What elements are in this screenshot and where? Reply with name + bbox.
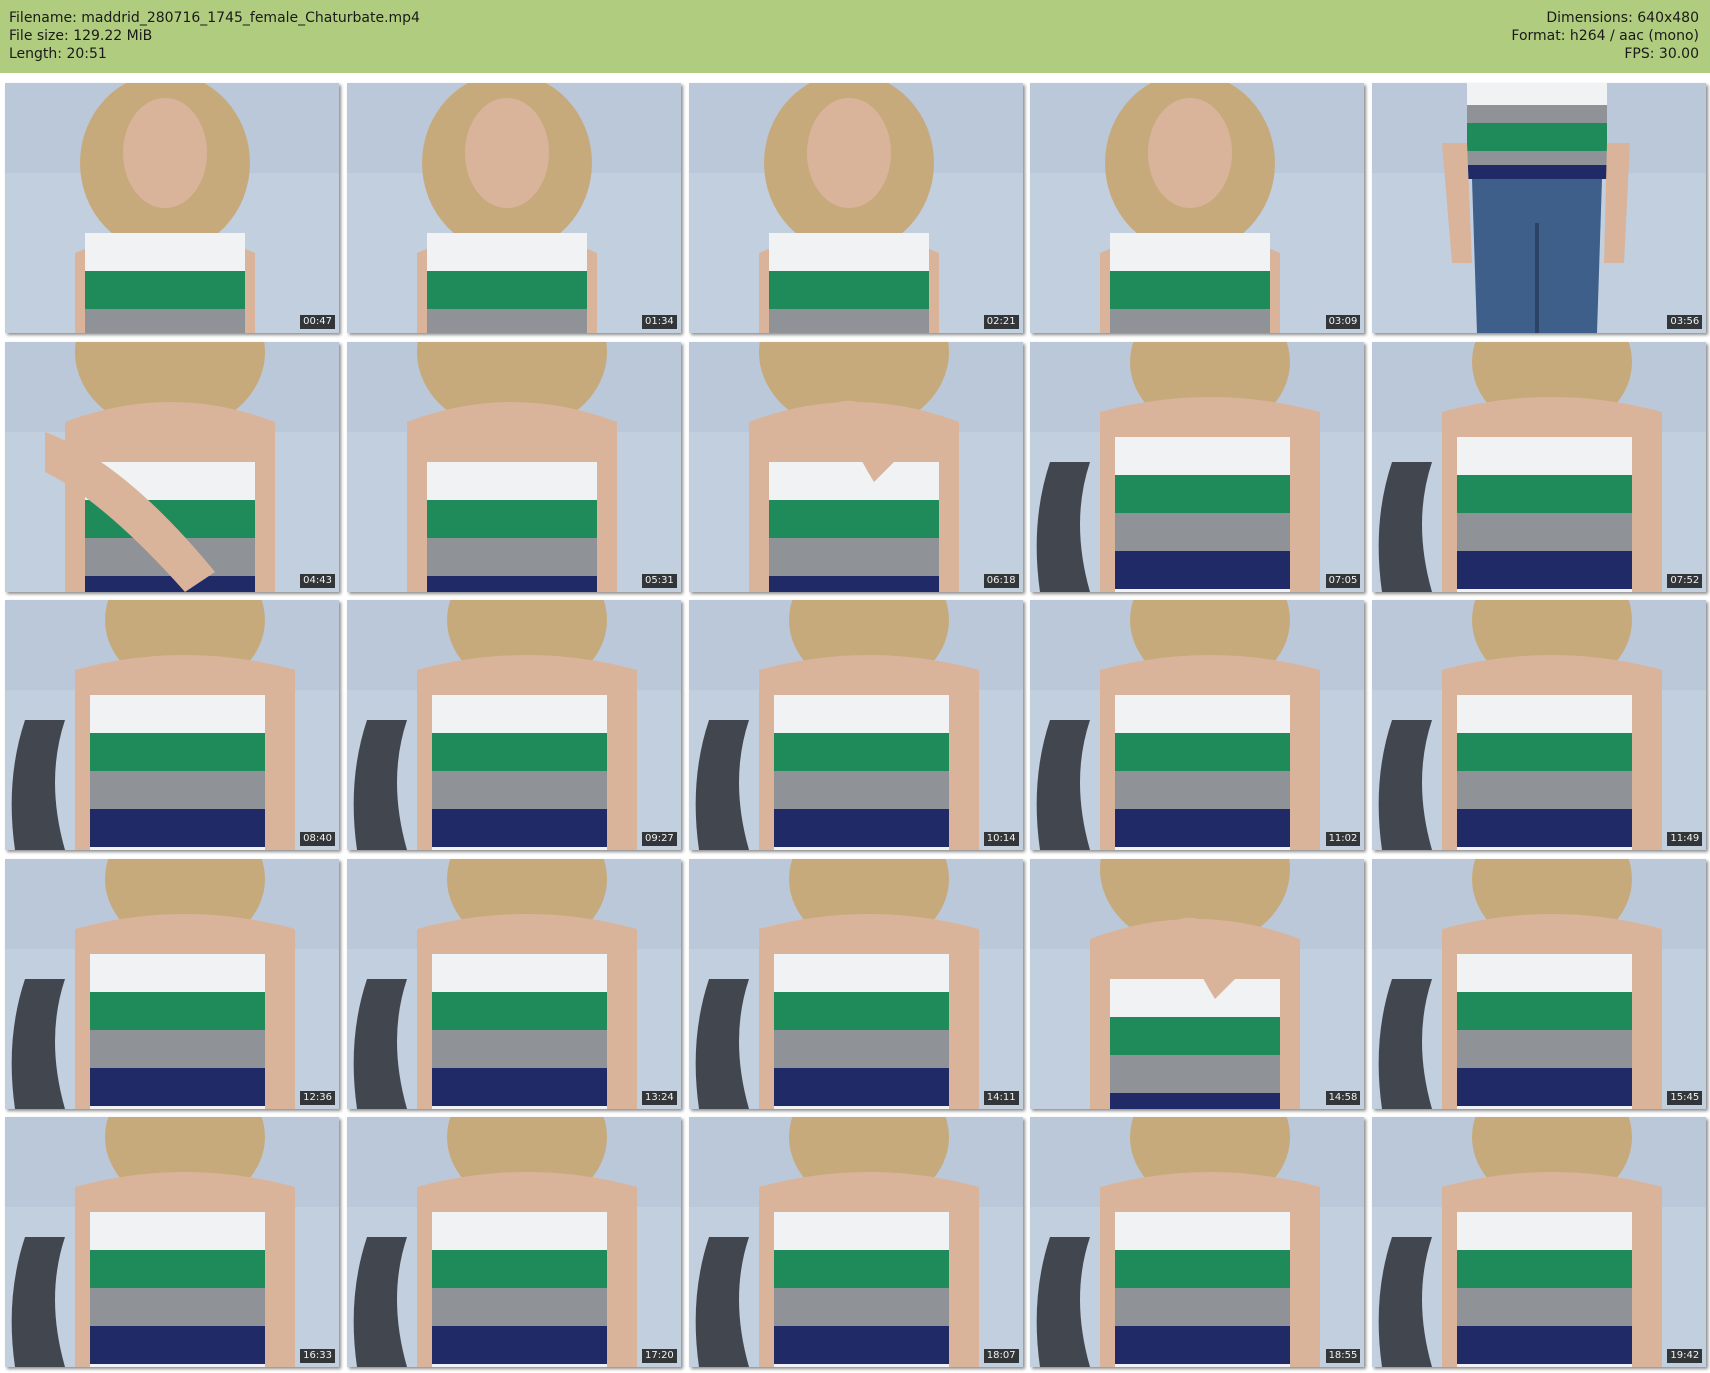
format-line: Format: h264 / aac (mono)	[1511, 28, 1699, 44]
video-thumbnail: 05:31	[346, 341, 681, 592]
frame-image	[5, 341, 339, 592]
timestamp-label: 12:36	[300, 1090, 335, 1105]
timestamp-label: 11:49	[1667, 832, 1703, 846]
video-thumbnail: 14:11	[688, 858, 1023, 1109]
video-thumbnail: 02:21	[688, 83, 1023, 333]
timestamp-label: 08:40	[300, 832, 335, 846]
timestamp-label: 16:33	[300, 1349, 335, 1363]
video-thumbnail: 04:43	[5, 341, 339, 592]
frame-image	[5, 83, 339, 333]
video-thumbnail: 18:07	[688, 1117, 1023, 1367]
frame-image	[1030, 1117, 1365, 1367]
frame-image	[346, 341, 681, 592]
filename-line: Filename: maddrid_280716_1745_female_Cha…	[9, 10, 420, 26]
frame-image	[5, 1117, 339, 1367]
timestamp-label: 05:31	[641, 573, 677, 588]
video-thumbnail: 08:40	[5, 600, 339, 850]
timestamp-label: 15:45	[1667, 1090, 1703, 1105]
video-thumbnail: 07:05	[1030, 341, 1365, 592]
video-thumbnail: 11:02	[1030, 600, 1365, 850]
video-thumbnail: 17:20	[346, 1117, 681, 1367]
timestamp-label: 11:02	[1325, 832, 1361, 846]
frame-image	[346, 600, 681, 850]
frame-image	[1372, 858, 1707, 1109]
timestamp-label: 17:20	[641, 1349, 677, 1363]
video-thumbnail: 18:55	[1030, 1117, 1365, 1367]
video-thumbnail: 12:36	[5, 858, 339, 1109]
frame-image	[346, 858, 681, 1109]
timestamp-label: 03:09	[1325, 315, 1361, 329]
frame-image	[1030, 83, 1365, 333]
frame-image	[688, 600, 1023, 850]
frame-image	[688, 341, 1023, 592]
fps-line: FPS: 30.00	[1624, 46, 1699, 62]
video-thumbnail: 00:47	[5, 83, 339, 333]
timestamp-label: 10:14	[983, 832, 1019, 846]
frame-image	[1372, 1117, 1707, 1367]
frame-image	[5, 858, 339, 1109]
video-thumbnail: 03:09	[1030, 83, 1365, 333]
video-thumbnail: 19:42	[1372, 1117, 1707, 1367]
video-thumbnail: 09:27	[346, 600, 681, 850]
filesize-line: File size: 129.22 MiB	[9, 28, 153, 44]
frame-image	[688, 83, 1023, 333]
timestamp-label: 18:07	[983, 1349, 1019, 1363]
timestamp-label: 00:47	[300, 315, 335, 329]
video-thumbnail: 16:33	[5, 1117, 339, 1367]
timestamp-label: 07:52	[1667, 573, 1703, 588]
timestamp-label: 14:11	[983, 1090, 1019, 1105]
length-line: Length: 20:51	[9, 46, 107, 62]
timestamp-label: 01:34	[641, 315, 677, 329]
frame-image	[1030, 858, 1365, 1109]
timestamp-label: 09:27	[641, 832, 677, 846]
timestamp-label: 03:56	[1667, 315, 1703, 329]
file-info: Filename: maddrid_280716_1745_female_Cha…	[9, 9, 420, 63]
frame-image	[1030, 341, 1365, 592]
video-thumbnail: 07:52	[1372, 341, 1707, 592]
video-thumbnail: 06:18	[688, 341, 1023, 592]
video-thumbnail: 03:56	[1372, 83, 1707, 333]
timestamp-label: 07:05	[1325, 573, 1361, 588]
timestamp-label: 13:24	[641, 1090, 677, 1105]
frame-image	[688, 858, 1023, 1109]
frame-image	[1372, 600, 1707, 850]
video-thumbnail: 10:14	[688, 600, 1023, 850]
video-thumbnail: 11:49	[1372, 600, 1707, 850]
frame-image	[346, 83, 681, 333]
stream-info: Dimensions: 640x480 Format: h264 / aac (…	[1511, 9, 1699, 63]
video-thumbnail: 01:34	[346, 83, 681, 333]
frame-image	[688, 1117, 1023, 1367]
frame-image	[346, 1117, 681, 1367]
thumbnail-grid: 00:47 01:34 02:21 03:09 03:56 04:43 05:31 06:18…	[5, 83, 1707, 1367]
video-thumbnail: 13:24	[346, 858, 681, 1109]
info-header: Filename: maddrid_280716_1745_female_Cha…	[0, 0, 1710, 73]
dimensions-line: Dimensions: 640x480	[1546, 10, 1699, 26]
timestamp-label: 18:55	[1325, 1349, 1361, 1363]
timestamp-label: 14:58	[1325, 1090, 1361, 1105]
frame-image	[5, 600, 339, 850]
timestamp-label: 06:18	[983, 573, 1019, 588]
timestamp-label: 02:21	[983, 315, 1019, 329]
frame-image	[1030, 600, 1365, 850]
frame-image	[1372, 83, 1707, 333]
video-thumbnail: 14:58	[1030, 858, 1365, 1109]
timestamp-label: 04:43	[300, 573, 335, 588]
frame-image	[1372, 341, 1707, 592]
video-thumbnail: 15:45	[1372, 858, 1707, 1109]
timestamp-label: 19:42	[1667, 1349, 1703, 1363]
